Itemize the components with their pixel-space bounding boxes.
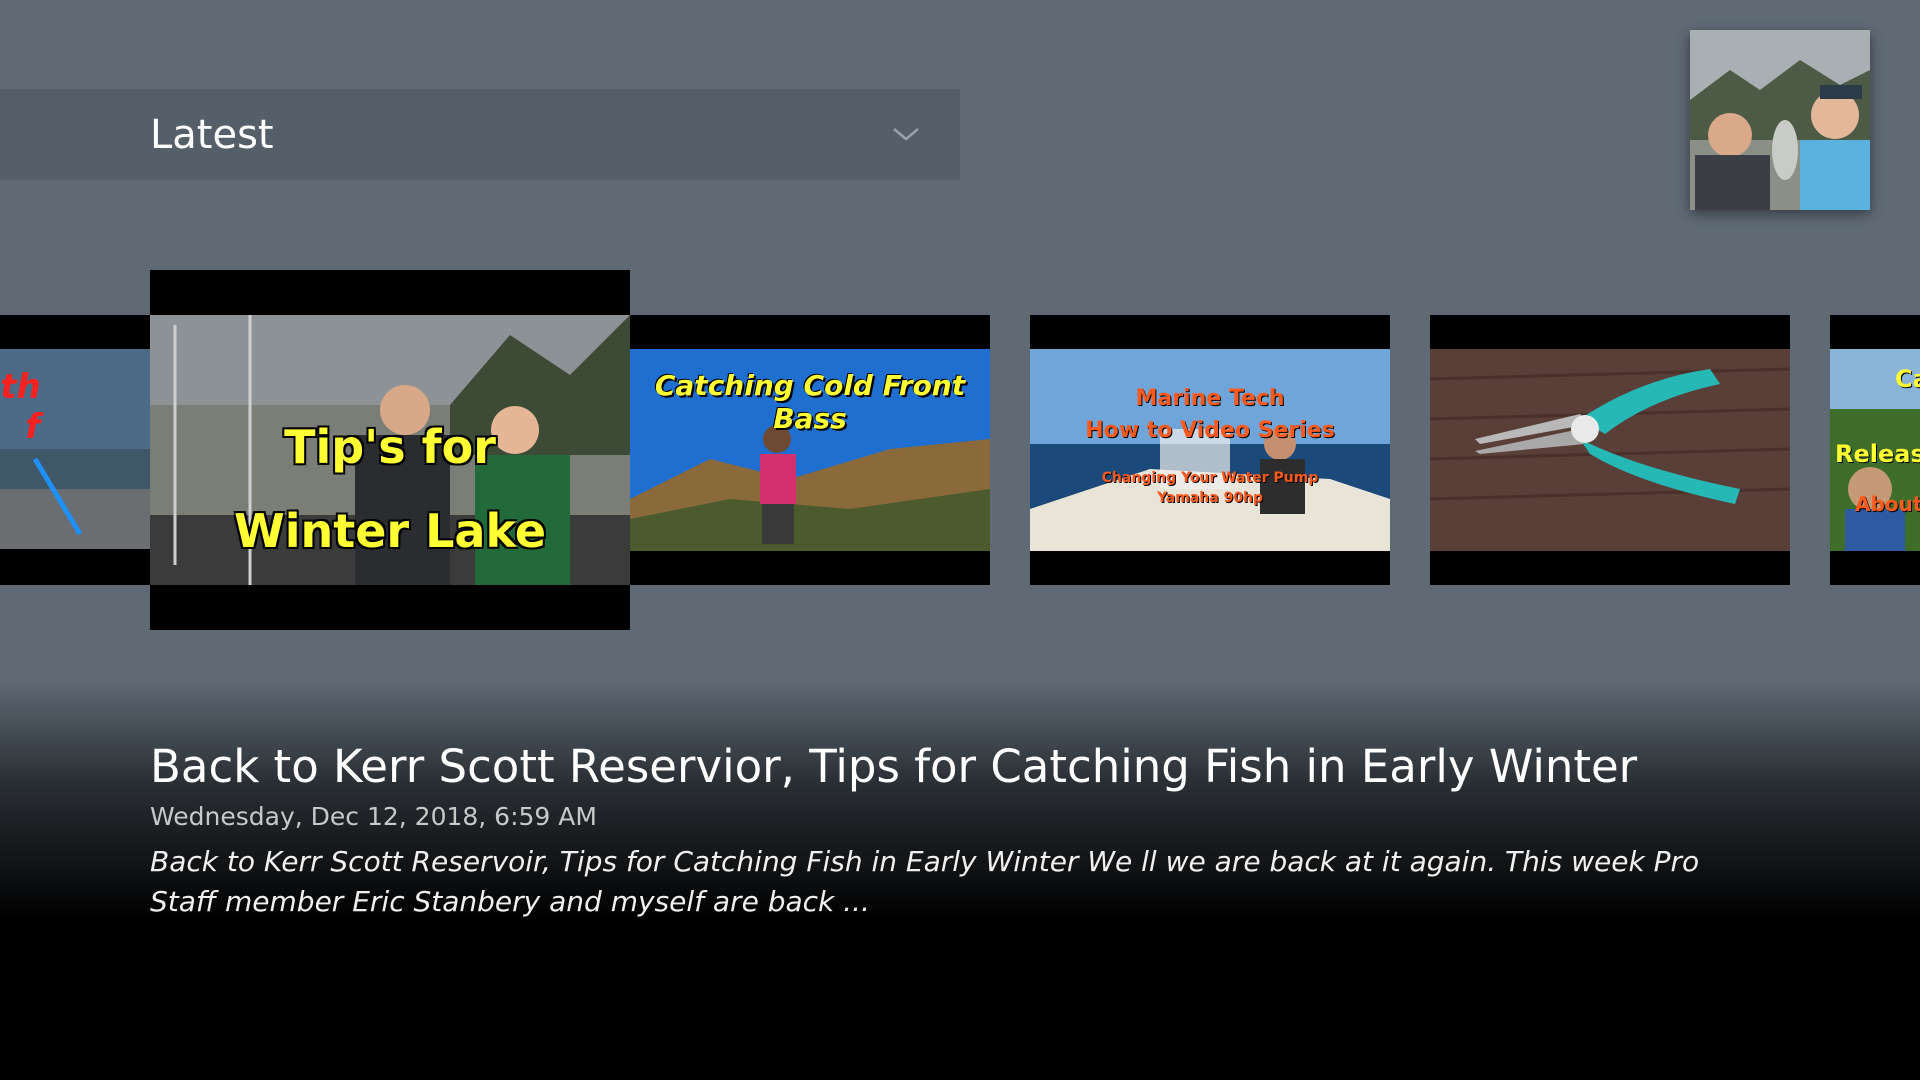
dropdown-label: Latest xyxy=(150,111,274,158)
category-dropdown[interactable]: Latest xyxy=(0,89,960,180)
video-tile[interactable]: Catching Cold Front Bass xyxy=(630,315,990,585)
video-title: Back to Kerr Scott Reservior, Tips for C… xyxy=(150,740,1638,793)
video-date: Wednesday, Dec 12, 2018, 6:59 AM xyxy=(150,802,597,831)
thumbnail-text: Ca Releas About ou xyxy=(1835,365,1920,516)
thumbnail-text: Tip's for Winter Lake Fishing xyxy=(233,420,547,558)
video-description: Back to Kerr Scott Reservoir, Tips for C… xyxy=(150,845,1700,918)
thumbnail-text: Marine Tech How to Video Series Changing… xyxy=(1085,386,1335,506)
video-tile[interactable]: Ca Releas About ou xyxy=(1830,315,1920,585)
video-tile-focused[interactable]: Tip's for Winter Lake Fishing xyxy=(150,270,630,630)
chevron-down-icon xyxy=(893,128,919,141)
channel-avatar-image xyxy=(1690,30,1870,210)
video-tile[interactable]: Marine Tech How to Video Series Changing… xyxy=(1030,315,1390,585)
channel-avatar[interactable] xyxy=(1690,30,1870,210)
video-thumbnail xyxy=(1430,349,1790,551)
thumbnail-text: neath f xyxy=(0,367,41,447)
video-tile[interactable]: neath f xyxy=(0,315,150,585)
thumbnail-text: Catching Cold Front Bass xyxy=(654,369,966,435)
video-tile[interactable] xyxy=(1430,315,1790,585)
